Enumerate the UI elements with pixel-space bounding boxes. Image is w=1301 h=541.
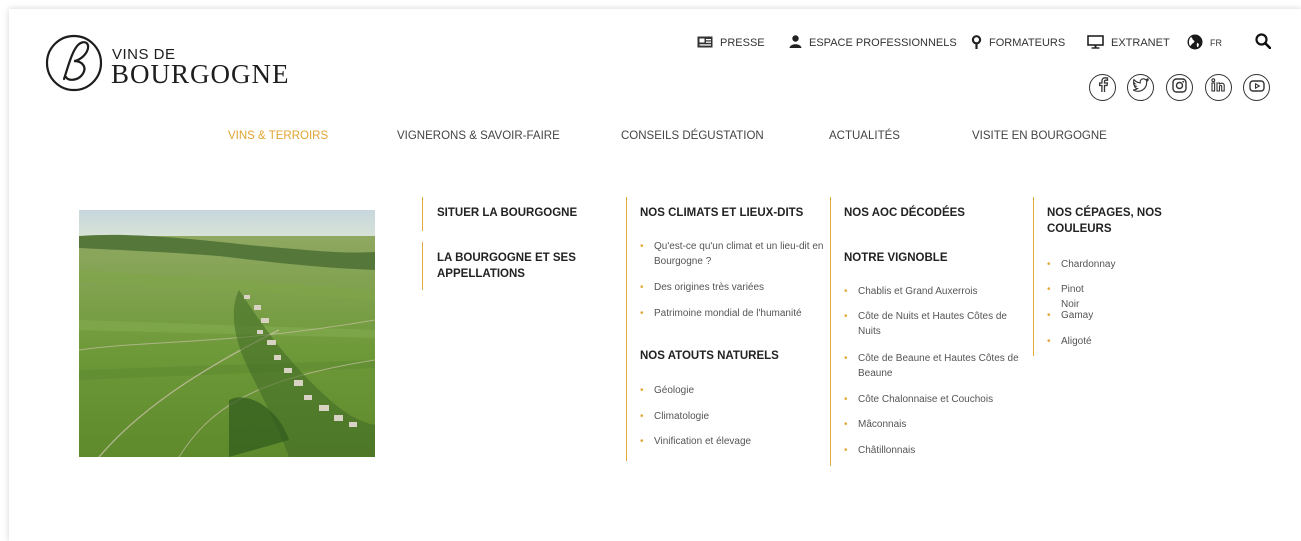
- mainnav-conseils-degustation[interactable]: CONSEILS DÉGUSTATION: [621, 130, 764, 142]
- menu-item[interactable]: Châtillonnais: [844, 443, 915, 458]
- menu-item[interactable]: Côte de Nuits et Hautes Côtes de Nuits: [844, 309, 1024, 339]
- menu-item[interactable]: Côte Chalonnaise et Couchois: [844, 392, 993, 407]
- youtube-icon: [1248, 79, 1265, 97]
- menu-col1-section-b: LA BOURGOGNE ET SES APPELLATIONS: [422, 242, 576, 290]
- instagram-link[interactable]: [1166, 74, 1193, 101]
- linkedin-link[interactable]: [1205, 74, 1232, 101]
- facebook-icon: [1097, 77, 1109, 98]
- menu-heading-atouts[interactable]: NOS ATOUTS NATURELS: [640, 348, 779, 364]
- menu-col2: NOS CLIMATS ET LIEUX-DITS Qu'est-ce qu'u…: [626, 197, 823, 461]
- logo-big-text: BOURGOGNE: [111, 59, 290, 89]
- mainnav-vignerons[interactable]: VIGNERONS & SAVOIR-FAIRE: [397, 130, 560, 142]
- menu-item[interactable]: Gamay: [1047, 308, 1093, 323]
- topnav-presse[interactable]: PRESSE: [697, 35, 765, 51]
- linkedin-icon: [1211, 78, 1226, 97]
- menu-item[interactable]: Géologie: [640, 383, 694, 398]
- topnav-formateurs[interactable]: FORMATEURS: [971, 34, 1066, 52]
- menu-item[interactable]: Aligoté: [1047, 334, 1092, 349]
- menu-col1-section-a: SITUER LA BOURGOGNE: [422, 197, 577, 231]
- menu-item[interactable]: Patrimoine mondial de l'humanité: [640, 306, 830, 321]
- mainnav-visite[interactable]: VISITE EN BOURGOGNE: [972, 130, 1107, 142]
- menu-item[interactable]: Qu'est-ce qu'un climat et un lieu-dit en…: [640, 239, 825, 269]
- menu-heading-situer[interactable]: SITUER LA BOURGOGNE: [437, 205, 577, 221]
- language-selector[interactable]: FR: [1187, 34, 1222, 53]
- menu-item[interactable]: Vinification et élevage: [640, 434, 751, 449]
- menu-col4: NOS CÉPAGES, NOS COULEURS Chardonnay Pin…: [1033, 197, 1162, 356]
- menu-heading-appellations[interactable]: LA BOURGOGNE ET SES APPELLATIONS: [437, 250, 607, 282]
- menu-item[interactable]: Des origines très variées: [640, 280, 825, 295]
- twitter-link[interactable]: [1127, 74, 1154, 101]
- topnav-espace-pro-label: ESPACE PROFESSIONNELS: [809, 37, 957, 49]
- newspaper-icon: [697, 36, 713, 51]
- menu-heading-vignoble[interactable]: NOTRE VIGNOBLE: [844, 250, 948, 266]
- menu-heading-aoc[interactable]: NOS AOC DÉCODÉES: [844, 205, 965, 221]
- facebook-link[interactable]: [1089, 74, 1116, 101]
- twitter-icon: [1132, 77, 1149, 97]
- menu-heading-cepages[interactable]: NOS CÉPAGES, NOS COULEURS: [1047, 205, 1197, 237]
- youtube-link[interactable]: [1243, 74, 1270, 101]
- location-pin-icon: [971, 34, 982, 52]
- topnav-formateurs-label: FORMATEURS: [989, 37, 1066, 49]
- menu-heading-climats[interactable]: NOS CLIMATS ET LIEUX-DITS: [640, 205, 803, 221]
- logo-monogram-icon: [45, 34, 103, 92]
- vineyard-aerial-photo[interactable]: [79, 210, 375, 457]
- topnav-extranet[interactable]: EXTRANET: [1087, 34, 1170, 52]
- menu-item[interactable]: Climatologie: [640, 409, 709, 424]
- globe-icon: [1187, 34, 1203, 53]
- mainnav-actualites[interactable]: ACTUALITÉS: [829, 130, 900, 142]
- search-button[interactable]: [1255, 32, 1272, 52]
- site-logo[interactable]: VINS DE BOURGOGNE: [44, 33, 304, 93]
- instagram-icon: [1172, 77, 1187, 98]
- menu-item[interactable]: Chardonnay: [1047, 257, 1115, 272]
- topnav-espace-pro[interactable]: ESPACE PROFESSIONNELS: [789, 35, 957, 51]
- menu-item[interactable]: Chablis et Grand Auxerrois: [844, 284, 1024, 299]
- monitor-icon: [1087, 34, 1104, 52]
- topnav-presse-label: PRESSE: [720, 37, 765, 49]
- search-icon: [1255, 32, 1272, 52]
- mainnav-vins-terroirs[interactable]: VINS & TERROIRS: [228, 130, 328, 142]
- topnav-extranet-label: EXTRANET: [1111, 37, 1170, 49]
- menu-col3: NOS AOC DÉCODÉES NOTRE VIGNOBLE Chablis …: [830, 197, 1019, 466]
- menu-item[interactable]: Côte de Beaune et Hautes Côtes de Beaune: [844, 351, 1024, 381]
- language-label: FR: [1210, 38, 1222, 48]
- user-icon: [789, 35, 802, 51]
- menu-item[interactable]: Mâconnais: [844, 417, 906, 432]
